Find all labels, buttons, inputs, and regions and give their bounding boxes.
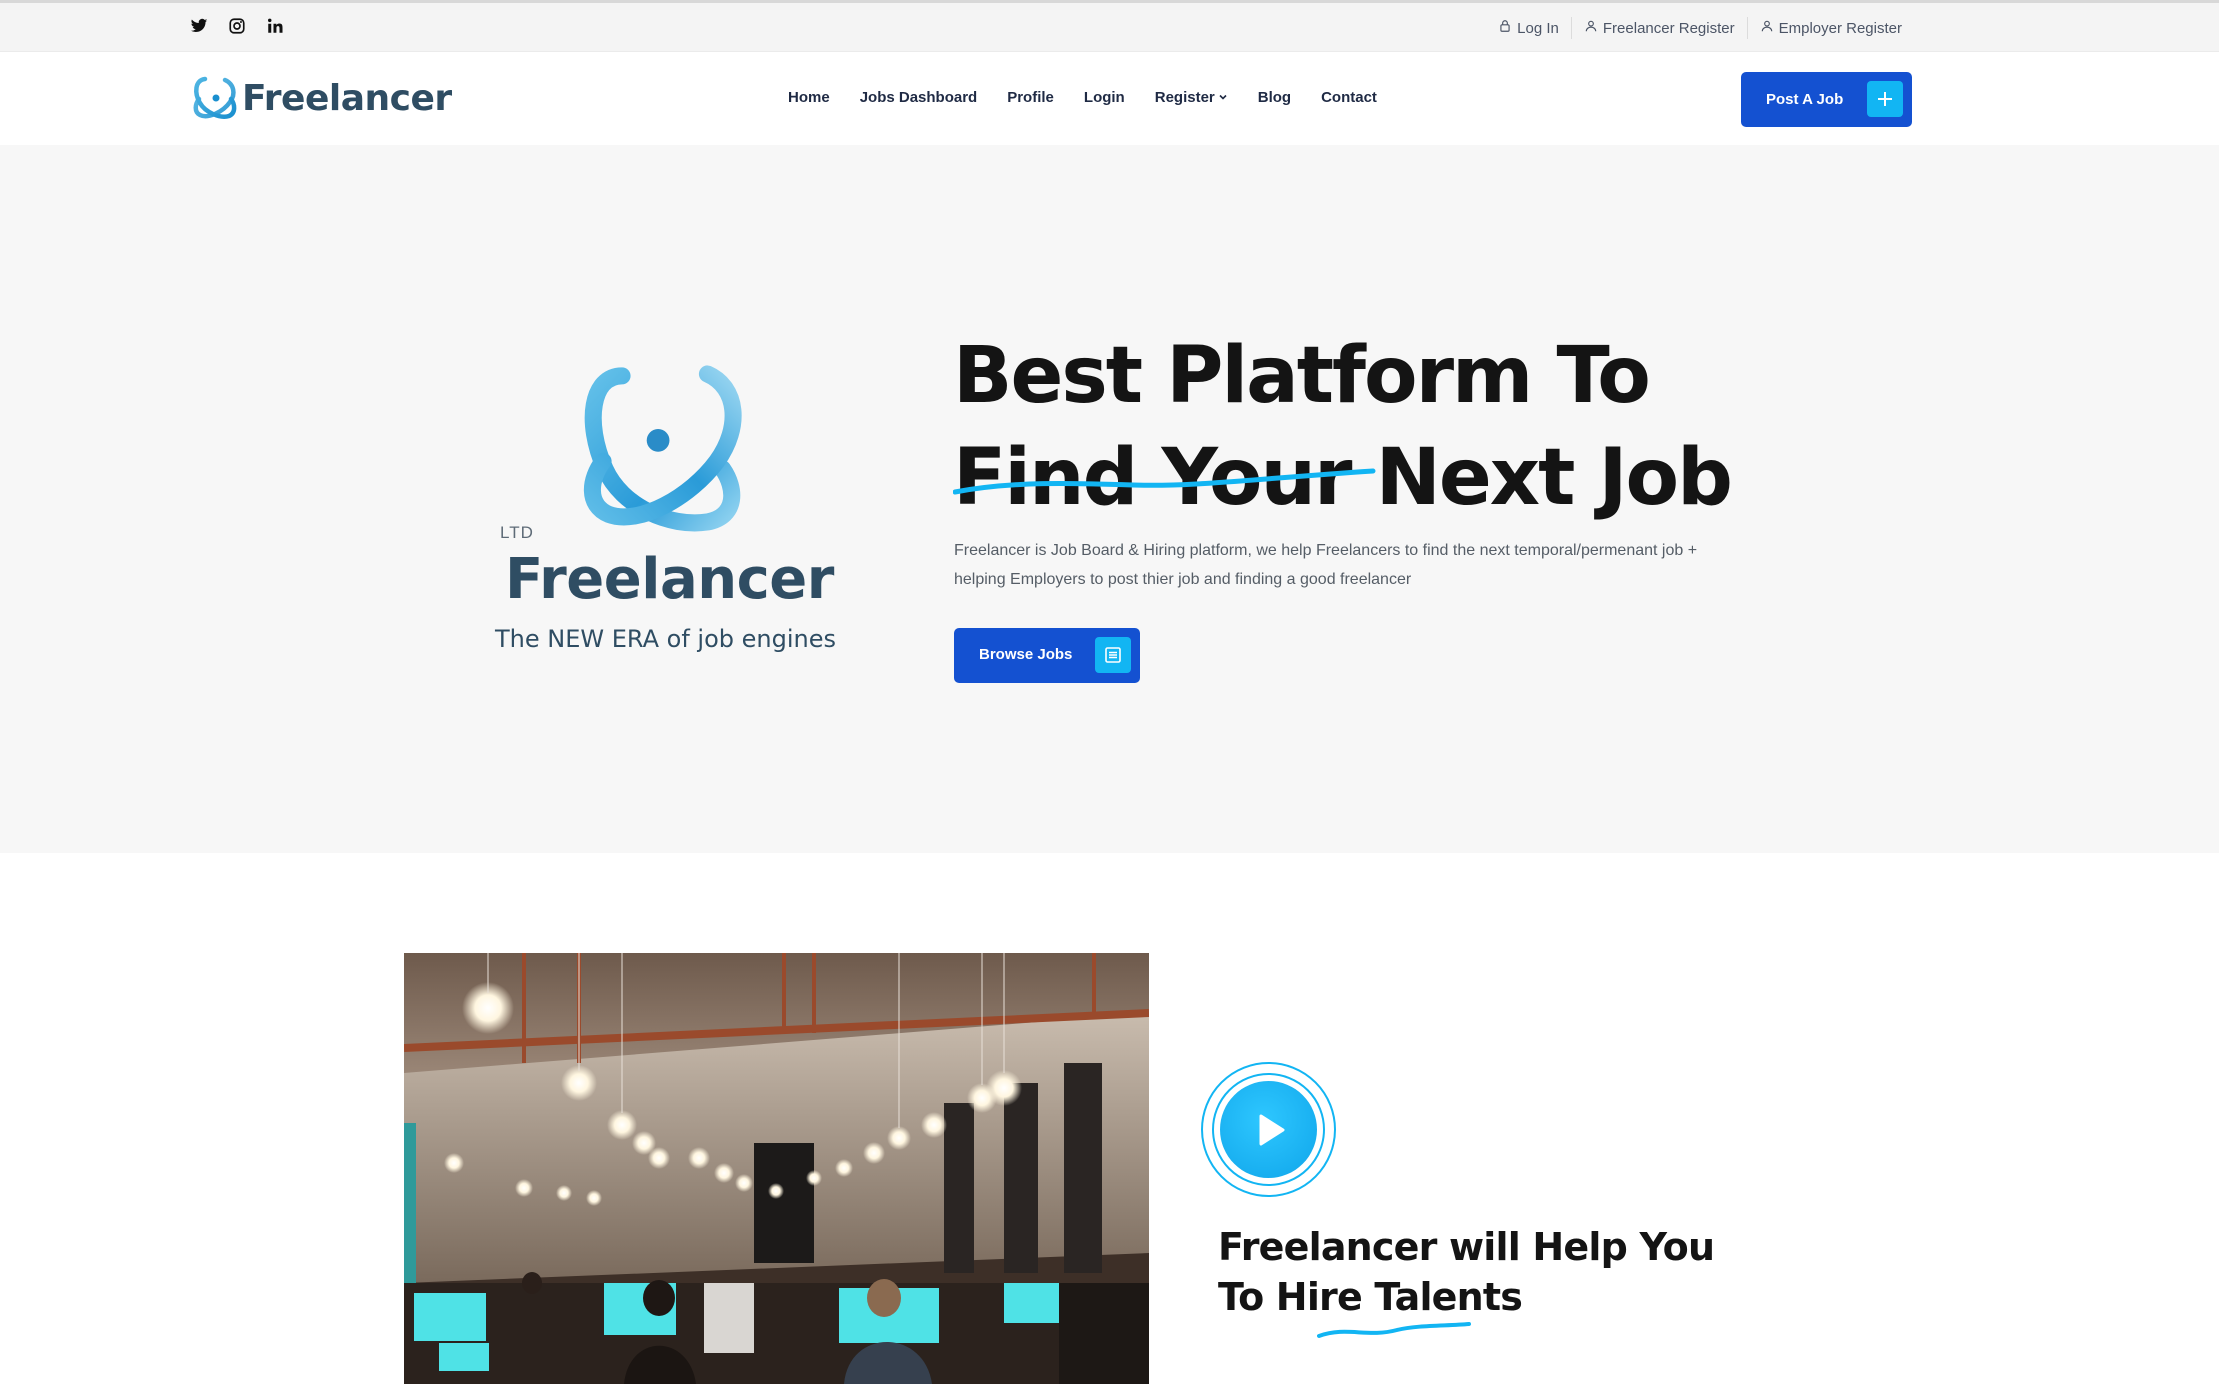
nav-profile[interactable]: Profile — [1007, 89, 1054, 106]
main-nav: Home Jobs Dashboard Profile Login Regist… — [788, 89, 1377, 106]
nav-jobs-dashboard[interactable]: Jobs Dashboard — [860, 89, 978, 106]
hero-brand-logo: LTD Freelancer The NEW ERA of job engine… — [495, 355, 836, 675]
nav-home[interactable]: Home — [788, 89, 830, 106]
post-a-job-label: Post A Job — [1766, 91, 1844, 108]
plus-icon — [1867, 81, 1903, 117]
list-icon — [1095, 637, 1131, 673]
account-links: Log In Freelancer Register Employer Regi… — [1486, 17, 1914, 39]
browse-jobs-label: Browse Jobs — [979, 646, 1073, 663]
hero-section: LTD Freelancer The NEW ERA of job engine… — [0, 145, 2219, 853]
office-photo-illustration — [404, 953, 1149, 1384]
employer-register-link[interactable]: Employer Register — [1746, 17, 1914, 39]
login-link-label: Log In — [1517, 19, 1559, 37]
about-title-line2: To Hire Talents — [1218, 1275, 1523, 1319]
user-icon — [1584, 19, 1598, 37]
user-icon — [1760, 19, 1774, 37]
hero-logo-tagline: The NEW ERA of job engines — [495, 625, 836, 653]
office-photo — [404, 953, 1149, 1384]
social-links — [190, 17, 284, 35]
play-video-button[interactable] — [1201, 1062, 1336, 1197]
post-a-job-button[interactable]: Post A Job — [1741, 72, 1912, 127]
hero-logo-ltd: LTD — [500, 523, 534, 542]
lock-icon — [1498, 19, 1512, 37]
freelancer-logo-mark-icon — [583, 365, 742, 532]
freelancer-logo-icon — [193, 76, 237, 119]
hero-description: Freelancer is Job Board & Hiring platfor… — [954, 542, 1698, 588]
play-icon — [1220, 1081, 1317, 1178]
nav-contact[interactable]: Contact — [1321, 89, 1377, 106]
hero-logo-name: Freelancer — [505, 547, 834, 612]
nav-blog[interactable]: Blog — [1258, 89, 1291, 106]
brand-name: Freelancer — [242, 77, 452, 119]
chevron-down-icon — [1218, 89, 1228, 106]
nav-register-label: Register — [1154, 89, 1215, 106]
login-link[interactable]: Log In — [1486, 17, 1571, 39]
about-title: Freelancer will Help You To Hire Talents — [1218, 1222, 1715, 1322]
employer-register-label: Employer Register — [1778, 19, 1902, 37]
nav-login[interactable]: Login — [1084, 89, 1125, 106]
freelancer-register-link[interactable]: Freelancer Register — [1570, 17, 1747, 39]
nav-register[interactable]: Register — [1155, 89, 1228, 106]
freelancer-register-label: Freelancer Register — [1602, 19, 1735, 37]
about-underline-swoosh-icon — [1317, 1322, 1471, 1338]
main-header: Freelancer Home Jobs Dashboard Profile L… — [0, 52, 2219, 145]
underline-swoosh-icon — [953, 468, 1376, 495]
linkedin-icon[interactable] — [266, 17, 284, 35]
instagram-icon[interactable] — [228, 17, 246, 35]
hero-title-line1: Best Platform To — [953, 331, 1651, 421]
brand-logo[interactable]: Freelancer — [190, 73, 452, 123]
browse-jobs-button[interactable]: Browse Jobs — [954, 628, 1140, 683]
top-utility-bar: Log In Freelancer Register Employer Regi… — [0, 0, 2219, 52]
about-title-line1: Freelancer will Help You — [1218, 1225, 1715, 1269]
twitter-icon[interactable] — [190, 17, 208, 35]
